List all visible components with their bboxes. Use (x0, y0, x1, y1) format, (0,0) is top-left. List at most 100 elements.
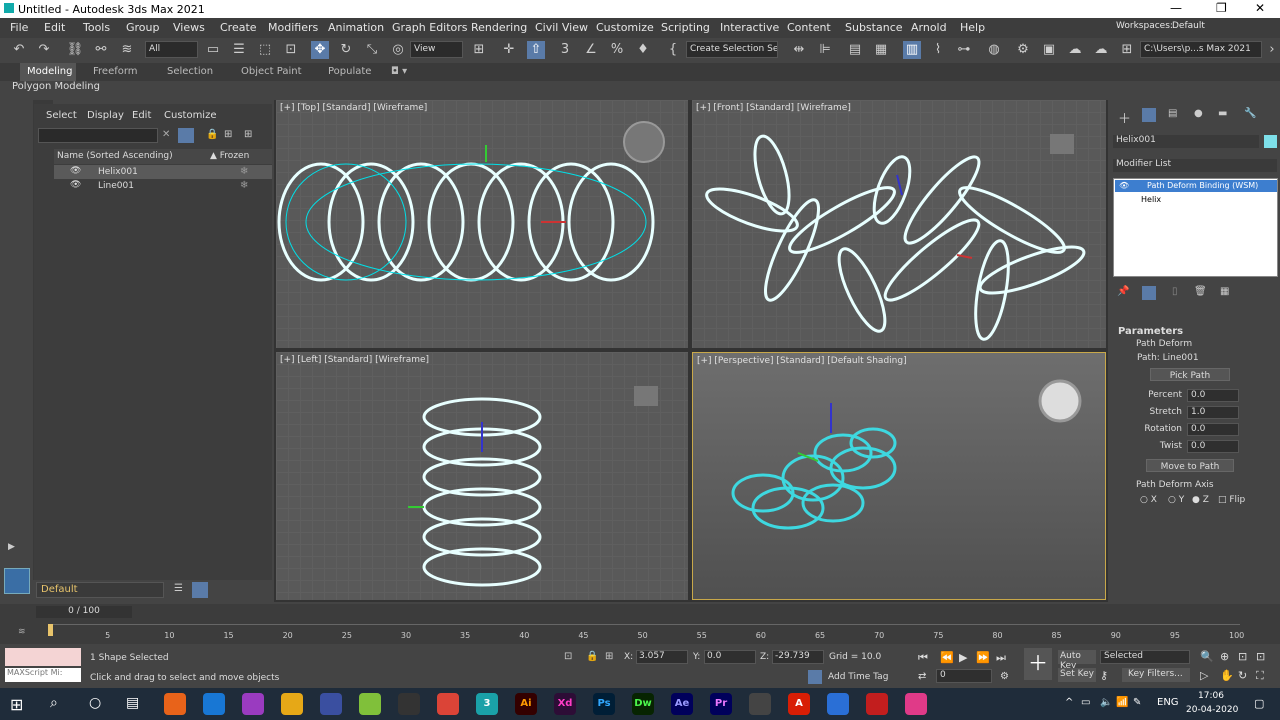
app-icon-camera[interactable] (827, 693, 849, 715)
reference-coord-dropdown[interactable]: View (410, 41, 463, 58)
scene-menu-display[interactable]: Display (87, 110, 124, 121)
axis-y-radio[interactable]: ○ Y (1168, 495, 1184, 505)
unlink-icon[interactable]: ⚯ (92, 41, 110, 59)
auto-key-button[interactable]: Auto Key (1058, 650, 1096, 671)
percent-spinner[interactable]: 0.0 (1187, 389, 1239, 402)
hierarchy-tab-icon[interactable]: ▤ (1168, 108, 1177, 119)
network-icon[interactable]: ▭ (1081, 697, 1090, 708)
menu-views[interactable]: Views (173, 21, 205, 34)
menu-edit[interactable]: Edit (44, 21, 65, 34)
goto-end-icon[interactable]: ⏭ (996, 651, 1006, 665)
set-key-button[interactable]: Set Key (1058, 668, 1096, 682)
stack-item-path-deform[interactable]: Path Deform Binding (WSM) (1147, 181, 1258, 190)
spinner-snap-icon[interactable]: ♦ (634, 41, 652, 59)
rotation-spinner[interactable]: 0.0 (1187, 423, 1239, 436)
after-effects-icon[interactable]: Ae (671, 693, 693, 715)
selection-filter-dropdown[interactable]: All (145, 41, 198, 58)
illustrator-icon[interactable]: Ai (515, 693, 537, 715)
viewport-layout-icon[interactable] (4, 568, 30, 594)
key-filters-button[interactable]: Key Filters... (1122, 668, 1190, 682)
time-config-icon[interactable]: ⚙ (1000, 671, 1009, 682)
fov-icon[interactable]: ▷ (1200, 669, 1208, 682)
goto-start-icon[interactable]: ⏮ (918, 651, 928, 665)
scene-menu-select[interactable]: Select (46, 110, 77, 121)
scene-search-input[interactable] (38, 128, 158, 143)
acrobat-icon[interactable]: A (788, 693, 810, 715)
edge-icon[interactable] (203, 693, 225, 715)
tab-object-paint[interactable]: Object Paint (241, 66, 302, 77)
modifier-list-dropdown[interactable]: Modifier List (1113, 159, 1277, 172)
menu-group[interactable]: Group (126, 21, 160, 34)
tab-selection[interactable]: Selection (167, 66, 213, 77)
rendered-frame-icon[interactable]: ▣ (1040, 41, 1058, 59)
visibility-eye-icon[interactable]: 👁 (70, 166, 81, 176)
frozen-icon[interactable]: ❄ (240, 180, 248, 191)
menu-animation[interactable]: Animation (328, 21, 384, 34)
pick-path-button[interactable]: Pick Path (1150, 368, 1230, 381)
set-key-icon[interactable]: ＋ (1024, 648, 1052, 680)
snap-icon[interactable]: 3 (556, 41, 574, 59)
parameters-rollout[interactable]: Parameters (1118, 326, 1183, 337)
app-icon-purple[interactable] (242, 693, 264, 715)
window-crossing-icon[interactable]: ⊡ (282, 41, 300, 59)
scene-menu-edit[interactable]: Edit (132, 110, 151, 121)
bind-space-warp-icon[interactable]: ≋ (118, 41, 136, 59)
app-icon-red[interactable] (866, 693, 888, 715)
layer-dropdown[interactable]: Default (36, 582, 164, 598)
orbit-icon[interactable]: ↻ (1238, 669, 1247, 682)
selection-lock-icon[interactable]: 🔒 (586, 651, 598, 662)
select-by-name-icon[interactable]: ☰ (230, 41, 248, 59)
select-object-icon[interactable]: ▭ (204, 41, 222, 59)
stack-eye-icon[interactable]: 👁 (1119, 181, 1129, 190)
wifi-icon[interactable]: 📶 (1116, 697, 1128, 708)
zoom-extents-all-icon[interactable]: ⊡ (1256, 650, 1265, 663)
object-name-field[interactable]: Helix001 (1113, 135, 1259, 148)
flip-checkbox[interactable]: □ Flip (1218, 495, 1245, 505)
object-color-swatch[interactable] (1264, 135, 1277, 148)
viewport-left[interactable]: [+] [Left] [Standard] [Wireframe] (276, 352, 688, 600)
absolute-mode-icon[interactable]: ⊞ (605, 651, 613, 662)
toolbar-overflow-icon[interactable]: › (1263, 41, 1280, 59)
remove-modifier-icon[interactable]: 🗑 (1194, 286, 1207, 297)
maximize-icon[interactable]: ❐ (1216, 1, 1227, 15)
menu-help[interactable]: Help (960, 21, 985, 34)
time-cursor[interactable] (48, 624, 53, 636)
key-mode-icon[interactable]: ⇄ (918, 671, 926, 682)
display-tab-icon[interactable]: ▬ (1218, 108, 1227, 119)
pin-stack-icon[interactable]: 📌 (1117, 286, 1129, 297)
link-icon[interactable]: ⛓ (66, 41, 84, 59)
app-icon-blue[interactable] (320, 693, 342, 715)
ribbon-options-icon[interactable]: ◘ ▾ (391, 66, 407, 77)
hierarchy-icon[interactable]: ⊞ (224, 129, 232, 140)
z-coordinate[interactable]: -29.739 (772, 650, 824, 664)
file-explorer-icon[interactable] (281, 693, 303, 715)
scene-explorer-icon[interactable]: ▥ (903, 41, 921, 59)
viewport-front[interactable]: [+] [Front] [Standard] [Wireframe] (692, 100, 1106, 348)
zoom-extents-icon[interactable]: ⊡ (1238, 650, 1247, 663)
layers-icon[interactable]: ⊞ (244, 129, 252, 140)
angle-snap-icon[interactable]: ∠ (582, 41, 600, 59)
mirror-icon[interactable]: ⇹ (790, 41, 808, 59)
show-end-result-icon[interactable] (1142, 286, 1156, 300)
maximize-viewport-icon[interactable]: ⛶ (1256, 669, 1264, 683)
menu-content[interactable]: Content (787, 21, 831, 34)
windows-start-icon[interactable]: ⊞ (10, 695, 23, 714)
next-frame-icon[interactable]: ⏩ (976, 651, 990, 664)
menu-rendering[interactable]: Rendering (471, 21, 527, 34)
key-icon[interactable]: ⚷ (1100, 669, 1108, 682)
lock-selection-icon[interactable]: 🔒 (206, 129, 218, 140)
tab-freeform[interactable]: Freeform (93, 66, 138, 77)
pan-icon[interactable]: ✋ (1220, 669, 1234, 682)
pivot-icon[interactable]: ⊞ (470, 41, 488, 59)
isolate-icon[interactable]: ⊡ (564, 651, 572, 662)
viewcube-icon[interactable] (1038, 379, 1082, 423)
play-icon[interactable]: ▶ (959, 651, 967, 664)
cortana-icon[interactable]: ○ (89, 695, 101, 711)
maxscript-listener[interactable] (5, 648, 81, 666)
rotate-icon[interactable]: ↻ (337, 41, 355, 59)
notification-icon[interactable]: ▢ (1254, 697, 1264, 710)
curve-editor-icon[interactable]: ⌇ (929, 41, 947, 59)
modify-tab-icon[interactable] (1142, 108, 1156, 122)
clock-date[interactable]: 20-04-2020 (1186, 705, 1238, 715)
render-cloud-icon[interactable]: ☁ (1092, 41, 1110, 59)
